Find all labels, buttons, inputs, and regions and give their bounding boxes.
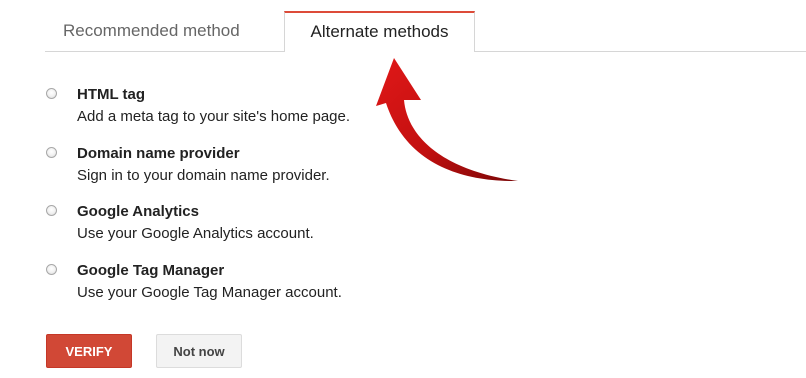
verify-button[interactable]: VERIFY (46, 334, 132, 368)
method-description: Add a meta tag to your site's home page. (77, 108, 351, 125)
not-now-button[interactable]: Not now (156, 334, 242, 368)
method-description: Use your Google Tag Manager account. (77, 284, 342, 301)
radio-domain-name-provider[interactable] (46, 147, 57, 158)
radio-google-tag-manager[interactable] (46, 264, 57, 275)
curved-arrow-icon (376, 58, 518, 182)
method-title: HTML tag (77, 86, 146, 103)
method-title: Domain name provider (77, 145, 240, 162)
method-title: Google Tag Manager (77, 262, 225, 279)
method-description: Use your Google Analytics account. (77, 225, 314, 242)
verification-methods-panel: Recommended method Alternate methods HTM… (0, 0, 806, 378)
method-title: Google Analytics (77, 203, 199, 220)
tab-alternate-methods[interactable]: Alternate methods (284, 11, 475, 52)
radio-google-analytics[interactable] (46, 205, 57, 216)
tab-recommended-method[interactable]: Recommended method (45, 11, 281, 51)
radio-html-tag[interactable] (46, 88, 57, 99)
method-description: Sign in to your domain name provider. (77, 167, 330, 184)
method-tabs: Recommended method Alternate methods (45, 11, 806, 52)
